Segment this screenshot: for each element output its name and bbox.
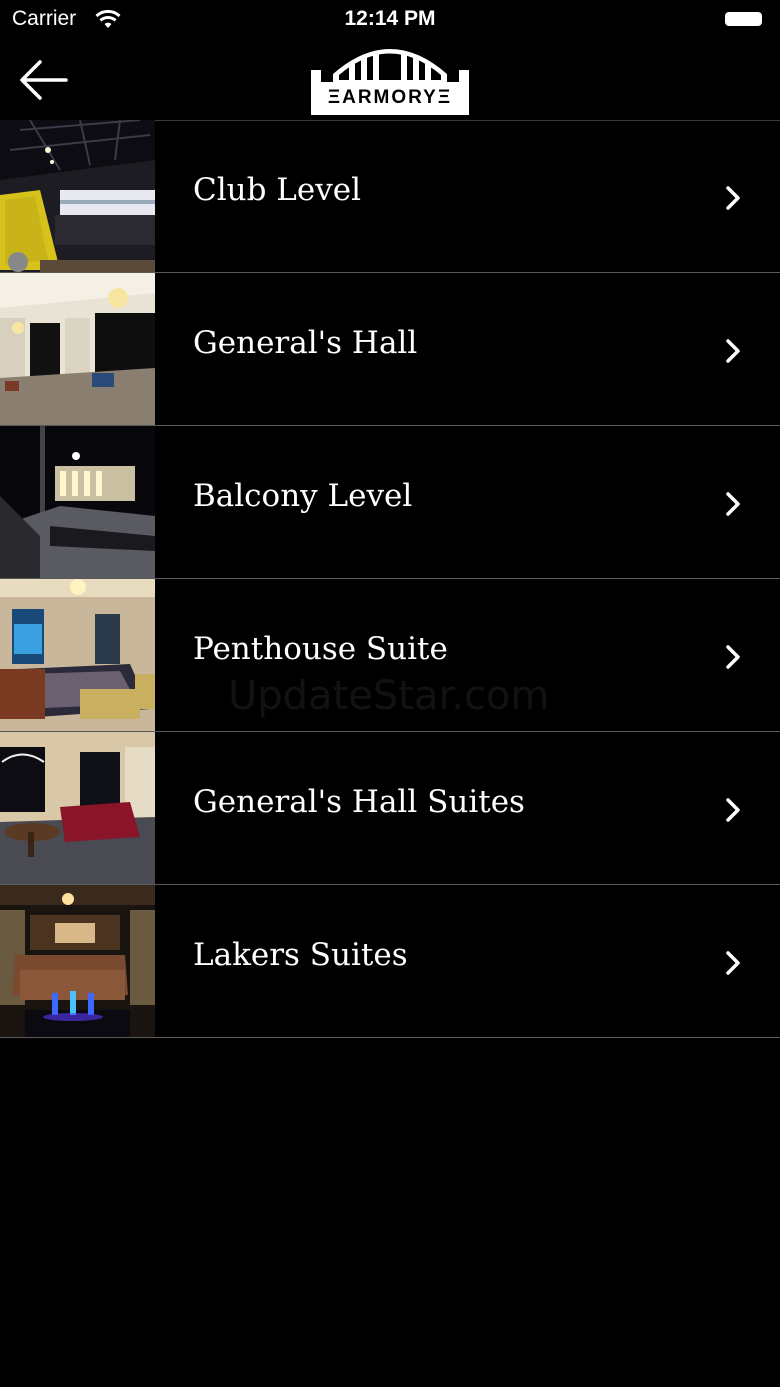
club-level-photo (0, 120, 155, 272)
battery-icon (725, 12, 762, 26)
navigation-bar: ΞARMORYΞ (0, 40, 780, 121)
venue-row-balcony-level[interactable]: Balcony Level (0, 426, 780, 579)
venue-row-generals-hall[interactable]: General's Hall (0, 273, 780, 426)
venue-row-lakers-suites[interactable]: Lakers Suites (0, 885, 780, 1038)
generals-hall-suites-photo (0, 732, 155, 884)
back-button[interactable] (14, 54, 74, 106)
venue-title: Penthouse Suite (193, 631, 448, 667)
venue-row-penthouse-suite[interactable]: Penthouse Suite (0, 579, 780, 732)
status-time: 12:14 PM (344, 7, 436, 30)
status-bar: Carrier 12:14 PM (0, 0, 780, 40)
venue-title: Lakers Suites (193, 937, 408, 973)
chevron-right-icon (726, 798, 740, 822)
chevron-right-icon (726, 645, 740, 669)
generals-hall-photo (0, 273, 155, 425)
venue-title: General's Hall Suites (193, 784, 525, 820)
lakers-suites-photo (0, 885, 155, 1037)
venue-title: Balcony Level (193, 478, 413, 514)
balcony-level-photo (0, 426, 155, 578)
chevron-right-icon (726, 186, 740, 210)
armory-logo: ΞARMORYΞ (311, 44, 469, 115)
logo-text: ΞARMORYΞ (327, 87, 453, 108)
penthouse-suite-photo (0, 579, 155, 731)
chevron-right-icon (726, 951, 740, 975)
venue-row-club-level[interactable]: Club Level (0, 120, 780, 273)
venue-title: Club Level (193, 172, 362, 208)
arrow-left-icon (20, 60, 68, 100)
venue-title: General's Hall (193, 325, 418, 361)
chevron-right-icon (726, 492, 740, 516)
chevron-right-icon (726, 339, 740, 363)
venue-row-generals-hall-suites[interactable]: General's Hall Suites (0, 732, 780, 885)
venue-list: Club Level General's Hall Balcony Level … (0, 120, 780, 1038)
